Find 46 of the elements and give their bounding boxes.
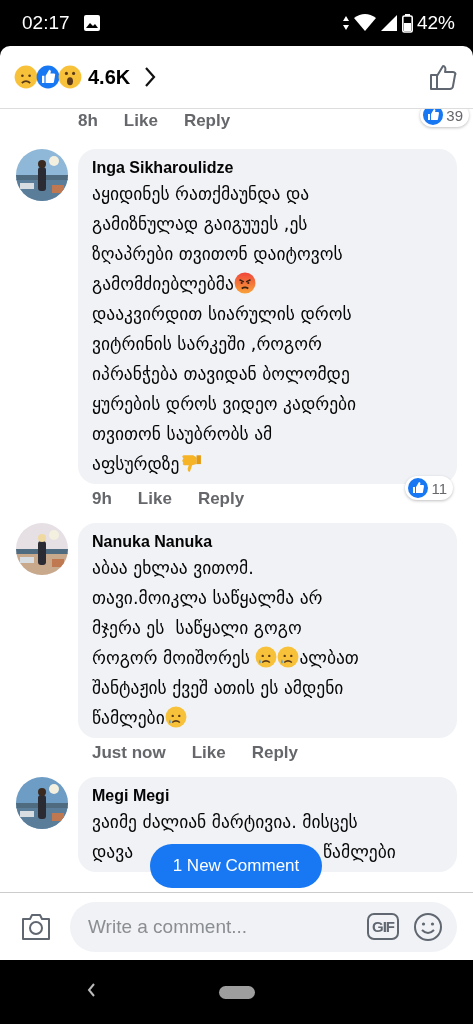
author-name[interactable]: Nanuka Nanuka — [92, 533, 443, 551]
author-name[interactable]: Inga Sikharoulidze — [92, 159, 443, 177]
reply-link[interactable]: Reply — [197, 489, 245, 509]
smiley-icon[interactable] — [413, 911, 443, 942]
reaction-badge: 39 — [420, 109, 469, 127]
new-comment-button[interactable]: 1 New Comment — [150, 844, 322, 888]
like-icon — [423, 109, 444, 125]
data-arrows-icon — [341, 15, 350, 31]
like-link[interactable]: Like — [137, 489, 172, 509]
comment-time: Just now — [92, 743, 166, 763]
comment-text: წამლები — [323, 841, 396, 864]
thumbs-down-icon — [179, 452, 202, 474]
angry-face-icon — [233, 272, 256, 294]
battery-icon — [401, 13, 413, 33]
like-link[interactable]: Like — [191, 743, 226, 763]
home-pill[interactable] — [218, 985, 255, 999]
sad-face-icon — [14, 65, 38, 89]
like-icon — [408, 478, 429, 498]
reaction-count[interactable]: 4.6K — [88, 65, 131, 89]
crying-face-icon — [277, 646, 300, 668]
clock: 02:17 — [22, 12, 70, 34]
comment-input[interactable]: Write a comment... GIF — [70, 901, 457, 952]
camera-icon[interactable] — [20, 912, 52, 941]
crying-face-icon — [255, 646, 278, 668]
battery-percent: 42% — [416, 12, 455, 34]
comment-time: 9h — [92, 489, 112, 509]
reply-link[interactable]: Reply — [251, 743, 298, 763]
signal-icon — [379, 14, 398, 32]
crying-face-icon — [164, 706, 187, 728]
thumbs-up-icon[interactable] — [429, 63, 457, 91]
back-icon[interactable] — [86, 982, 96, 998]
comment-text: ვაიმე ძალიან მარტივია. მისცეს — [92, 811, 358, 834]
wow-face-icon — [58, 65, 82, 89]
like-link[interactable]: Like — [123, 111, 158, 131]
chevron-right-icon[interactable] — [144, 66, 157, 88]
reply-link[interactable]: Reply — [183, 111, 231, 131]
comment-text: აყიდინეს რათქმაუნდა და გამიზნულად გაიგუუეს ,ეს ზღაპრები თვითონ დაიტოვოს გამომძიებლებმა დააკვირდით სიარულის დროს ვიტრინის სარკეში ,როგორ იპრანჭება თავიდან ბოლომდე ყურების დროს ვიდეო კადრები თვითონ საუბრობს ამ აფსურდზე — [92, 183, 358, 476]
like-icon — [36, 65, 60, 89]
reaction-badge: 11 — [405, 476, 453, 500]
image-icon — [83, 15, 100, 31]
comment-text: დავა — [92, 841, 134, 864]
wifi-icon — [353, 14, 376, 32]
gif-button[interactable]: GIF — [367, 913, 399, 940]
comment-text: აბაა ეხლაა ვითომ. თავი.მოიკლა საწყალმა არ მჯერა ეს საწყალი გოგო როგორ მოიშორეს ალბათ შანტაჟის ქვეშ ათის ეს ამდენი წამლები — [92, 557, 360, 730]
comment-time: 8h — [78, 111, 98, 131]
author-name[interactable]: Megi Megi — [92, 787, 443, 805]
